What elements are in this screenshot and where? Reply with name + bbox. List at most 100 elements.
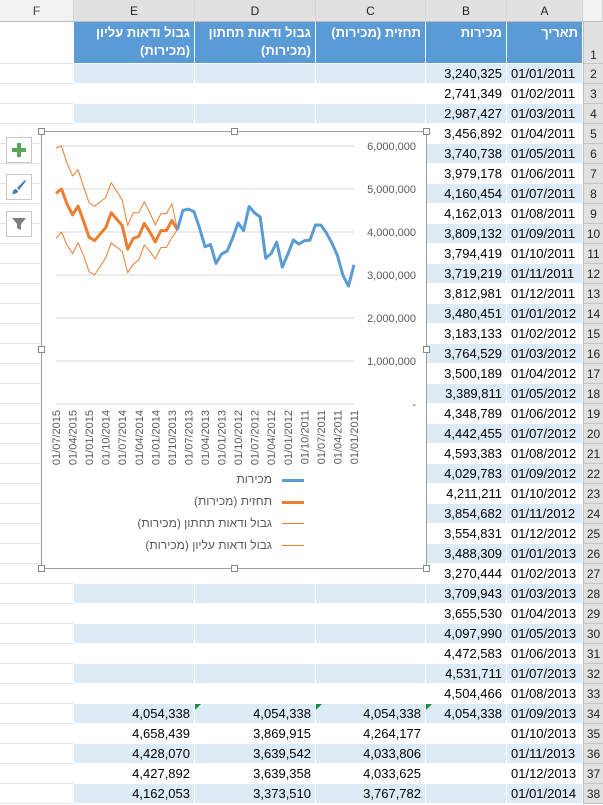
date-cell[interactable]: 01/12/2013	[507, 764, 583, 784]
upper-bound-cell[interactable]	[74, 604, 195, 624]
upper-bound-cell[interactable]	[74, 664, 195, 684]
forecast-cell[interactable]: 4,054,338	[316, 704, 426, 724]
date-cell[interactable]: 01/03/2012	[507, 344, 583, 364]
date-cell[interactable]: 01/06/2013	[507, 644, 583, 664]
row-header[interactable]: 14	[583, 304, 603, 324]
column-header-c[interactable]: C	[316, 0, 426, 22]
column-header-f[interactable]: F	[0, 0, 74, 22]
lower-bound-cell[interactable]	[195, 104, 316, 124]
resize-handle[interactable]	[423, 565, 430, 572]
cell-f[interactable]	[0, 624, 74, 644]
date-cell[interactable]: 01/01/2013	[507, 544, 583, 564]
date-cell[interactable]: 01/12/2012	[507, 524, 583, 544]
row-header[interactable]: 28	[583, 584, 603, 604]
date-cell[interactable]: 01/10/2011	[507, 244, 583, 264]
sales-cell[interactable]: 3,488,309	[426, 544, 507, 564]
forecast-cell[interactable]	[316, 624, 426, 644]
sales-cell[interactable]: 4,442,455	[426, 424, 507, 444]
sales-cell[interactable]: 3,270,444	[426, 564, 507, 584]
lower-bound-cell[interactable]: 3,639,358	[195, 764, 316, 784]
row-header[interactable]: 6	[583, 144, 603, 164]
sales-cell[interactable]: 4,348,789	[426, 404, 507, 424]
row-header[interactable]: 37	[583, 764, 603, 784]
date-cell[interactable]: 01/05/2013	[507, 624, 583, 644]
sales-cell[interactable]: 4,162,013	[426, 204, 507, 224]
sales-cell[interactable]: 2,987,427	[426, 104, 507, 124]
row-header[interactable]: 5	[583, 124, 603, 144]
row-header[interactable]: 24	[583, 504, 603, 524]
upper-bound-cell[interactable]: 4,162,053	[74, 784, 195, 804]
cell-f[interactable]	[0, 684, 74, 704]
column-header-d[interactable]: D	[195, 0, 316, 22]
sales-cell[interactable]: 3,979,178	[426, 164, 507, 184]
resize-handle[interactable]	[38, 128, 45, 135]
row-header[interactable]: 35	[583, 724, 603, 744]
legend-entry[interactable]: גבול ודאות עליון (מכירות)	[42, 536, 342, 556]
date-cell[interactable]: 01/09/2012	[507, 464, 583, 484]
cell-f[interactable]	[0, 104, 74, 124]
upper-bound-cell[interactable]	[74, 624, 195, 644]
row-header[interactable]: 22	[583, 464, 603, 484]
cell-f[interactable]	[0, 584, 74, 604]
lower-bound-cell[interactable]: 4,054,338	[195, 704, 316, 724]
forecast-cell[interactable]: 3,767,782	[316, 784, 426, 804]
resize-handle[interactable]	[423, 346, 430, 353]
sales-cell[interactable]: 3,389,811	[426, 384, 507, 404]
chart-elements-button[interactable]	[6, 137, 32, 163]
lower-bound-cell[interactable]: 3,639,542	[195, 744, 316, 764]
resize-handle[interactable]	[231, 128, 238, 135]
header-cell-a[interactable]: תאריך	[507, 22, 583, 64]
date-cell[interactable]: 01/02/2011	[507, 84, 583, 104]
date-cell[interactable]: 01/08/2011	[507, 204, 583, 224]
upper-bound-cell[interactable]: 4,054,338	[74, 704, 195, 724]
cell-f[interactable]	[0, 724, 74, 744]
date-cell[interactable]: 01/04/2012	[507, 364, 583, 384]
date-cell[interactable]: 01/02/2013	[507, 564, 583, 584]
date-cell[interactable]: 01/05/2011	[507, 144, 583, 164]
forecast-cell[interactable]	[316, 644, 426, 664]
date-cell[interactable]: 01/11/2013	[507, 744, 583, 764]
row-header[interactable]: 10	[583, 224, 603, 244]
row-header[interactable]: 26	[583, 544, 603, 564]
row-header[interactable]: 3	[583, 84, 603, 104]
legend-entry[interactable]: גבול ודאות תחתון (מכירות)	[42, 514, 342, 534]
row-header[interactable]: 33	[583, 684, 603, 704]
cell-f[interactable]	[0, 84, 74, 104]
resize-handle[interactable]	[231, 565, 238, 572]
lower-bound-cell[interactable]	[195, 624, 316, 644]
row-header[interactable]: 4	[583, 104, 603, 124]
sales-cell[interactable]: 4,211,211	[426, 484, 507, 504]
date-cell[interactable]: 01/09/2013	[507, 704, 583, 724]
sales-cell[interactable]: 4,160,454	[426, 184, 507, 204]
column-header-a[interactable]: A	[507, 0, 583, 22]
series-line[interactable]	[55, 187, 179, 251]
lower-bound-cell[interactable]	[195, 84, 316, 104]
date-cell[interactable]: 01/01/2011	[507, 64, 583, 84]
row-header[interactable]: 16	[583, 344, 603, 364]
column-header-b[interactable]: B	[426, 0, 507, 22]
lower-bound-cell[interactable]: 3,869,915	[195, 724, 316, 744]
date-cell[interactable]: 01/07/2012	[507, 424, 583, 444]
lower-bound-cell[interactable]	[195, 684, 316, 704]
sales-cell[interactable]: 3,655,530	[426, 604, 507, 624]
row-header[interactable]: 30	[583, 624, 603, 644]
resize-handle[interactable]	[38, 565, 45, 572]
date-cell[interactable]: 01/01/2012	[507, 304, 583, 324]
upper-bound-cell[interactable]	[74, 84, 195, 104]
sales-cell[interactable]: 4,097,990	[426, 624, 507, 644]
header-cell-c[interactable]: תחזית (מכירות)	[316, 22, 426, 64]
header-cell-b[interactable]: מכירות	[426, 22, 507, 64]
upper-bound-cell[interactable]: 4,427,892	[74, 764, 195, 784]
sales-cell[interactable]: 4,029,783	[426, 464, 507, 484]
sales-cell[interactable]: 3,500,189	[426, 364, 507, 384]
sales-cell[interactable]: 4,472,583	[426, 644, 507, 664]
date-cell[interactable]: 01/07/2011	[507, 184, 583, 204]
row-header[interactable]: 1	[583, 22, 603, 64]
forecast-cell[interactable]	[316, 104, 426, 124]
select-all-corner[interactable]	[583, 0, 603, 22]
sales-cell[interactable]: 4,593,383	[426, 444, 507, 464]
cell-f[interactable]	[0, 784, 74, 804]
date-cell[interactable]: 01/10/2013	[507, 724, 583, 744]
chart-filters-button[interactable]	[6, 211, 32, 237]
forecast-cell[interactable]: 4,033,625	[316, 764, 426, 784]
